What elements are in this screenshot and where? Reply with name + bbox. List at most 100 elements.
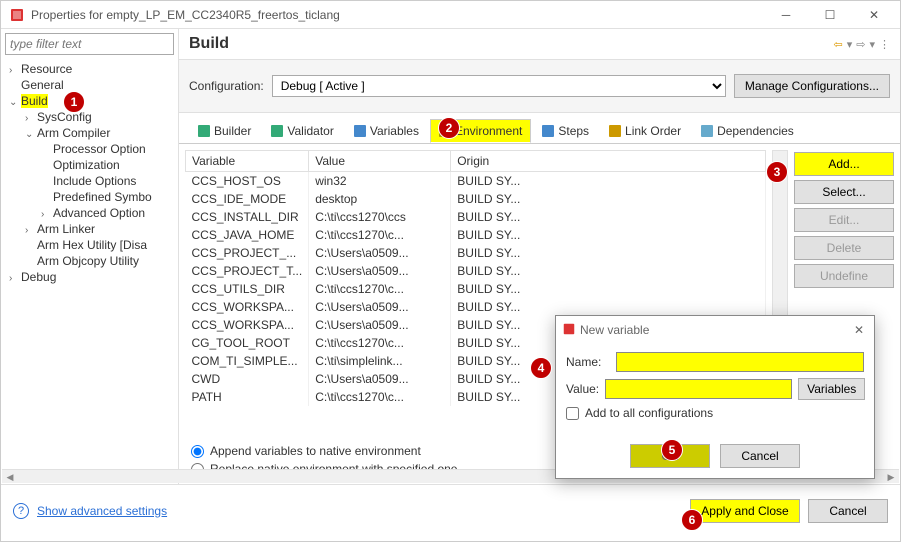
undefine-button[interactable]: Undefine <box>794 264 894 288</box>
col-header-variable[interactable]: Variable <box>186 151 309 172</box>
cell-variable: CCS_HOST_OS <box>186 172 309 191</box>
tree-item-sysconfig[interactable]: ›SysConfig <box>1 109 178 125</box>
manage-configurations-button[interactable]: Manage Configurations... <box>734 74 890 98</box>
value-input[interactable] <box>605 379 792 399</box>
append-radio-label: Append variables to native environment <box>210 444 421 458</box>
dialog-icon <box>562 322 576 339</box>
col-header-value[interactable]: Value <box>309 151 451 172</box>
table-row[interactable]: CCS_WORKSPA...C:\Users\a0509...BUILD SY.… <box>186 298 766 316</box>
app-icon <box>9 7 25 23</box>
tab-dependencies[interactable]: Dependencies <box>692 119 803 143</box>
tree-item-optimization[interactable]: Optimization <box>1 157 178 173</box>
page-title: Build <box>189 35 834 53</box>
footer: ? Show advanced settings Apply and Close… <box>1 484 900 536</box>
table-row[interactable]: CCS_PROJECT_T...C:\Users\a0509...BUILD S… <box>186 262 766 280</box>
cell-value: win32 <box>309 172 451 191</box>
nav-tree: ›ResourceGeneral⌄Build›SysConfig⌄Arm Com… <box>1 59 178 484</box>
scroll-left-icon[interactable]: ◀ <box>2 470 18 484</box>
cancel-button[interactable]: Cancel <box>808 499 888 523</box>
edit-button[interactable]: Edit... <box>794 208 894 232</box>
variables-button[interactable]: Variables <box>798 378 865 400</box>
tab-builder[interactable]: Builder <box>189 119 260 143</box>
tree-item-advanced-option[interactable]: ›Advanced Option <box>1 205 178 221</box>
menu-icon[interactable]: ⋮ <box>879 38 890 51</box>
back-icon[interactable]: ⇦ <box>834 38 843 51</box>
table-row[interactable]: CCS_HOST_OSwin32BUILD SY... <box>186 172 766 191</box>
cell-origin: BUILD SY... <box>451 298 766 316</box>
tree-item-arm-linker[interactable]: ›Arm Linker <box>1 221 178 237</box>
tree-item-build[interactable]: ⌄Build <box>1 93 178 109</box>
tab-variables[interactable]: Variables <box>345 119 428 143</box>
forward-icon[interactable]: ⇨ <box>856 38 865 51</box>
col-header-origin[interactable]: Origin <box>451 151 766 172</box>
cell-variable: CCS_PROJECT_T... <box>186 262 309 280</box>
page-header: Build ⇦ ▾ ⇨ ▾ ⋮ <box>179 29 900 60</box>
add-all-checkbox[interactable] <box>566 407 579 420</box>
cell-origin: BUILD SY... <box>451 208 766 226</box>
tree-item-include-options[interactable]: Include Options <box>1 173 178 189</box>
callout-badge-1: 1 <box>63 91 85 113</box>
callout-badge-4: 4 <box>530 357 552 379</box>
cell-variable: CWD <box>186 370 309 388</box>
maximize-button[interactable]: ☐ <box>808 2 852 28</box>
new-variable-dialog: New variable ✕ Name: Value: Variables Ad… <box>555 315 875 479</box>
cell-value: C:\ti\ccs1270\c... <box>309 334 451 352</box>
dialog-close-icon[interactable]: ✕ <box>850 323 868 337</box>
header-toolbar: ⇦ ▾ ⇨ ▾ ⋮ <box>834 38 891 51</box>
add-button[interactable]: Add... <box>794 152 894 176</box>
apply-and-close-button[interactable]: Apply and Close <box>690 499 800 523</box>
close-button[interactable]: ✕ <box>852 2 896 28</box>
cell-value: C:\Users\a0509... <box>309 298 451 316</box>
minimize-button[interactable]: ─ <box>764 2 808 28</box>
cell-variable: CCS_WORKSPA... <box>186 298 309 316</box>
callout-badge-6: 6 <box>681 509 703 531</box>
show-advanced-link[interactable]: Show advanced settings <box>37 504 167 518</box>
back-dropdown-icon[interactable]: ▾ <box>847 38 853 51</box>
table-row[interactable]: CCS_UTILS_DIRC:\ti\ccs1270\c...BUILD SY.… <box>186 280 766 298</box>
tab-validator[interactable]: Validator <box>262 119 342 143</box>
cell-value: C:\ti\ccs1270\c... <box>309 280 451 298</box>
tree-item-resource[interactable]: ›Resource <box>1 61 178 77</box>
cell-variable: CCS_INSTALL_DIR <box>186 208 309 226</box>
cell-variable: CCS_PROJECT_... <box>186 244 309 262</box>
tree-item-general[interactable]: General <box>1 77 178 93</box>
name-label: Name: <box>566 355 610 369</box>
dialog-cancel-button[interactable]: Cancel <box>720 444 800 468</box>
variables-icon <box>354 125 366 137</box>
table-row[interactable]: CCS_INSTALL_DIRC:\ti\ccs1270\ccsBUILD SY… <box>186 208 766 226</box>
filter-input[interactable] <box>5 33 174 55</box>
cell-variable: CG_TOOL_ROOT <box>186 334 309 352</box>
cell-value: C:\ti\ccs1270\c... <box>309 226 451 244</box>
cell-variable: CCS_WORKSPA... <box>186 316 309 334</box>
table-row[interactable]: CCS_IDE_MODEdesktopBUILD SY... <box>186 190 766 208</box>
help-icon[interactable]: ? <box>13 503 29 519</box>
configuration-select[interactable]: Debug [ Active ] <box>272 75 726 97</box>
cell-value: C:\Users\a0509... <box>309 370 451 388</box>
tab-steps[interactable]: Steps <box>533 119 598 143</box>
tree-item-arm-objcopy-utility[interactable]: Arm Objcopy Utility <box>1 253 178 269</box>
tree-item-processor-option[interactable]: Processor Option <box>1 141 178 157</box>
cell-value: C:\Users\a0509... <box>309 316 451 334</box>
titlebar: Properties for empty_LP_EM_CC2340R5_free… <box>1 1 900 29</box>
append-radio[interactable] <box>191 445 204 458</box>
tree-item-arm-compiler[interactable]: ⌄Arm Compiler <box>1 125 178 141</box>
tabs-row: BuilderValidatorVariablesEnvironmentStep… <box>179 113 900 144</box>
table-row[interactable]: CCS_PROJECT_...C:\Users\a0509...BUILD SY… <box>186 244 766 262</box>
cell-origin: BUILD SY... <box>451 226 766 244</box>
callout-badge-3: 3 <box>766 161 788 183</box>
delete-button[interactable]: Delete <box>794 236 894 260</box>
name-input[interactable] <box>616 352 864 372</box>
cell-origin: BUILD SY... <box>451 262 766 280</box>
tree-item-arm-hex-utility-disa[interactable]: Arm Hex Utility [Disa <box>1 237 178 253</box>
tree-item-debug[interactable]: ›Debug <box>1 269 178 285</box>
tree-item-predefined-symbo[interactable]: Predefined Symbo <box>1 189 178 205</box>
cell-origin: BUILD SY... <box>451 172 766 191</box>
scroll-right-icon[interactable]: ▶ <box>883 470 899 484</box>
select-button[interactable]: Select... <box>794 180 894 204</box>
cell-value: C:\ti\simplelink... <box>309 352 451 370</box>
forward-dropdown-icon[interactable]: ▾ <box>869 38 875 51</box>
configuration-row: Configuration: Debug [ Active ] Manage C… <box>179 60 900 113</box>
tab-link-order[interactable]: Link Order <box>600 119 690 143</box>
table-row[interactable]: CCS_JAVA_HOMEC:\ti\ccs1270\c...BUILD SY.… <box>186 226 766 244</box>
dialog-title-text: New variable <box>580 323 850 337</box>
